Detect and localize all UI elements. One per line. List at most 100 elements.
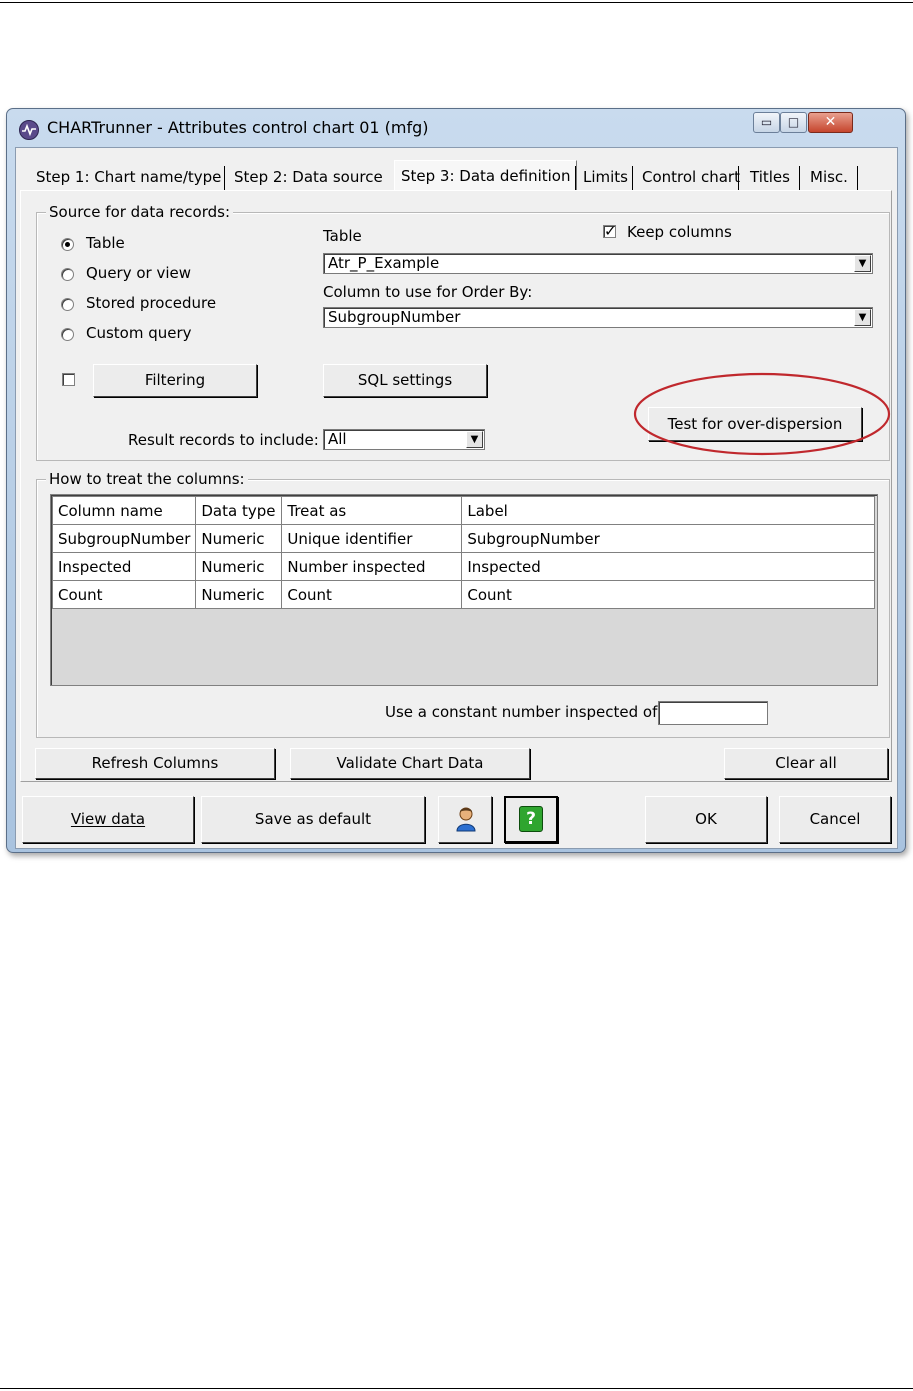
table-select[interactable]: Atr_P_Example ▼	[323, 253, 873, 274]
help-glyph: ?	[526, 809, 536, 829]
minimize-icon: ▭	[760, 115, 773, 129]
table-cell[interactable]: Inspected	[51, 552, 197, 581]
column-header[interactable]: Data type	[195, 496, 283, 525]
dialog-window: CHARTrunner - Attributes control chart 0…	[6, 108, 906, 853]
result-records-select[interactable]: All ▼	[323, 429, 485, 450]
tab-control-chart[interactable]: Control chart	[636, 164, 746, 190]
constant-inspected-input[interactable]	[658, 701, 768, 725]
highlight-ellipse	[633, 372, 891, 456]
view-data-button[interactable]: View data	[22, 796, 194, 843]
table-cell[interactable]: Numeric	[195, 580, 283, 609]
keep-columns-checkbox[interactable]: ✓	[603, 222, 617, 240]
tab-separator	[632, 166, 633, 190]
tab-separator	[857, 166, 858, 190]
order-by-select-dropdown[interactable]: ▼	[854, 309, 871, 326]
user-button[interactable]	[438, 796, 492, 843]
columns-table: Column name Data type Treat as Label Sub…	[51, 496, 876, 609]
tab-separator	[799, 166, 800, 190]
table-select-value: Atr_P_Example	[328, 254, 440, 272]
sql-settings-button-label: SQL settings	[357, 371, 453, 389]
order-by-label: Column to use for Order By:	[323, 283, 533, 301]
tab-data-definition[interactable]: Step 3: Data definition	[394, 160, 578, 192]
table-cell[interactable]: Count	[51, 580, 197, 609]
column-header[interactable]: Column name	[51, 496, 197, 525]
table-cell[interactable]: Numeric	[195, 552, 283, 581]
table-row[interactable]: Count Numeric Count Count	[51, 580, 876, 609]
table-cell[interactable]: SubgroupNumber	[51, 524, 197, 553]
tab-limits[interactable]: Limits	[577, 164, 634, 190]
column-header[interactable]: Label	[461, 496, 876, 525]
document-bottom-rule	[0, 1388, 913, 1389]
table-row[interactable]: SubgroupNumber Numeric Unique identifier…	[51, 524, 876, 553]
tab-titles[interactable]: Titles	[744, 164, 796, 190]
user-icon	[456, 807, 476, 832]
tab-data-source[interactable]: Step 2: Data source	[228, 164, 389, 190]
help-button[interactable]: ?	[504, 796, 558, 843]
tab-misc[interactable]: Misc.	[804, 164, 854, 190]
order-by-select[interactable]: SubgroupNumber ▼	[323, 307, 873, 328]
table-cell[interactable]: Count	[281, 580, 463, 609]
refresh-columns-label: Refresh Columns	[91, 754, 219, 772]
table-cell[interactable]: Numeric	[195, 524, 283, 553]
source-group-label: Source for data records:	[46, 203, 234, 221]
chevron-down-icon: ▼	[858, 258, 867, 269]
tab-separator	[224, 166, 225, 190]
table-cell[interactable]: SubgroupNumber	[461, 524, 876, 553]
order-by-select-value: SubgroupNumber	[328, 308, 461, 326]
columns-group-label: How to treat the columns:	[46, 470, 248, 488]
result-records-label: Result records to include:	[128, 431, 319, 449]
radio-stored-procedure-label[interactable]: Stored procedure	[86, 294, 216, 312]
radio-table[interactable]	[61, 238, 74, 251]
save-as-default-label: Save as default	[254, 810, 372, 828]
filtering-checkbox[interactable]	[62, 373, 75, 386]
table-row[interactable]: Inspected Numeric Number inspected Inspe…	[51, 552, 876, 581]
column-header[interactable]: Treat as	[281, 496, 463, 525]
table-header-row: Column name Data type Treat as Label	[51, 496, 876, 525]
tab-chart-name-type[interactable]: Step 1: Chart name/type	[30, 164, 227, 190]
maximize-button[interactable]: □	[780, 112, 807, 133]
window-title: CHARTrunner - Attributes control chart 0…	[47, 118, 429, 137]
close-icon: ✕	[824, 114, 837, 130]
validate-chart-data-label: Validate Chart Data	[336, 754, 484, 772]
cancel-label: Cancel	[809, 810, 861, 828]
radio-query-or-view-label[interactable]: Query or view	[86, 264, 191, 282]
sql-settings-button[interactable]: SQL settings	[323, 364, 487, 397]
radio-custom-query[interactable]	[61, 328, 74, 341]
filtering-button[interactable]: Filtering	[93, 364, 257, 397]
result-records-value: All	[328, 430, 347, 448]
table-label: Table	[323, 227, 362, 245]
clear-all-label: Clear all	[775, 754, 837, 772]
filtering-button-label: Filtering	[144, 371, 206, 389]
ok-label: OK	[695, 810, 717, 828]
app-icon	[19, 120, 39, 140]
chevron-down-icon: ▼	[858, 312, 867, 323]
radio-table-label[interactable]: Table	[86, 234, 125, 252]
maximize-icon: □	[787, 115, 800, 129]
cancel-button[interactable]: Cancel	[779, 796, 891, 843]
result-records-dropdown[interactable]: ▼	[466, 431, 483, 448]
table-cell[interactable]: Unique identifier	[281, 524, 463, 553]
keep-columns-label[interactable]: Keep columns	[627, 223, 732, 241]
radio-custom-query-label[interactable]: Custom query	[86, 324, 192, 342]
clear-all-button[interactable]: Clear all	[724, 748, 888, 779]
close-button[interactable]: ✕	[808, 112, 853, 133]
minimize-button[interactable]: ▭	[753, 112, 780, 133]
view-data-label: View data	[70, 810, 146, 828]
help-icon: ?	[519, 806, 543, 832]
table-select-dropdown[interactable]: ▼	[854, 255, 871, 272]
validate-chart-data-button[interactable]: Validate Chart Data	[290, 748, 530, 779]
save-as-default-button[interactable]: Save as default	[201, 796, 425, 843]
ok-button[interactable]: OK	[645, 796, 767, 843]
title-bar[interactable]: CHARTrunner - Attributes control chart 0…	[7, 109, 905, 147]
tab-separator	[738, 166, 739, 190]
refresh-columns-button[interactable]: Refresh Columns	[35, 748, 275, 779]
radio-stored-procedure[interactable]	[61, 298, 74, 311]
table-cell[interactable]: Inspected	[461, 552, 876, 581]
table-cell[interactable]: Count	[461, 580, 876, 609]
columns-grid[interactable]: Column name Data type Treat as Label Sub…	[50, 494, 878, 686]
table-cell[interactable]: Number inspected	[281, 552, 463, 581]
radio-query-or-view[interactable]	[61, 268, 74, 281]
dialog-client: Step 1: Chart name/type Step 2: Data sou…	[15, 147, 898, 849]
document-top-rule	[0, 2, 913, 3]
constant-inspected-label: Use a constant number inspected of:	[385, 703, 662, 721]
